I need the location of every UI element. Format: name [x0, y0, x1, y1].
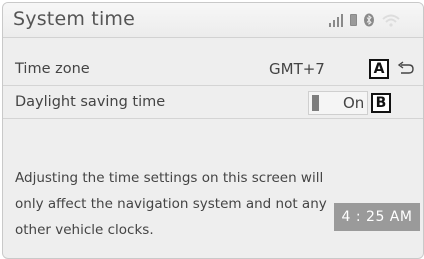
system-time-screen: System time Time zone GMT+7 A Daylight s… [2, 2, 424, 259]
back-arrow-icon[interactable] [394, 59, 416, 79]
title-bar: System time [3, 3, 423, 38]
status-icons [319, 13, 409, 27]
toggle-state: On [343, 94, 365, 112]
toggle-indicator [312, 95, 319, 111]
callout-b: B [371, 93, 391, 113]
wifi-icon [382, 14, 400, 27]
signal-icon [329, 13, 345, 27]
daylight-saving-row[interactable]: Daylight saving time On B [3, 87, 423, 119]
notice-text: Adjusting the time settings on this scre… [15, 170, 327, 238]
page-title: System time [13, 8, 136, 30]
daylight-saving-toggle[interactable]: On [308, 91, 368, 115]
battery-icon [350, 14, 357, 26]
time-zone-value: GMT+7 [269, 60, 325, 78]
daylight-saving-label: Daylight saving time [15, 94, 166, 110]
time-zone-label: Time zone [15, 61, 90, 77]
clock-display: 4 : 25 AM [334, 203, 420, 231]
time-zone-row[interactable]: Time zone GMT+7 A [3, 54, 423, 86]
bluetooth-icon [364, 13, 374, 27]
callout-a: A [369, 59, 389, 79]
